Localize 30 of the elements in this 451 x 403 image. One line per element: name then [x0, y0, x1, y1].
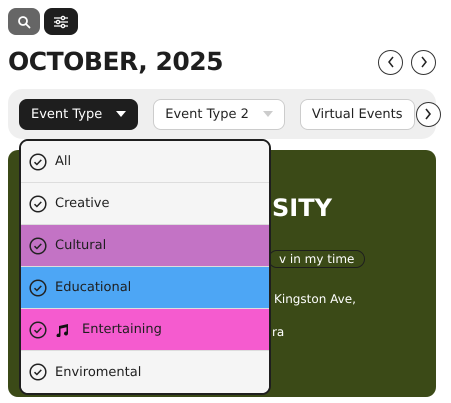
check-circle-icon [29, 194, 47, 212]
scroll-right-button[interactable] [416, 102, 441, 126]
sliders-icon [53, 14, 69, 28]
filter-dropdown[interactable]: Event Type [19, 98, 138, 130]
filter-dropdown[interactable]: Virtual Events [300, 98, 415, 130]
check-circle-icon [29, 152, 47, 170]
next-button[interactable] [411, 50, 436, 74]
menu-item[interactable]: All [21, 141, 269, 183]
previous-button[interactable] [378, 50, 403, 74]
check-circle-icon [29, 236, 47, 254]
event-address: Kingston Ave, [274, 292, 357, 306]
event-venue: ra [272, 325, 286, 339]
menu-item[interactable]: Cultural [21, 225, 269, 267]
chevron-left-icon [386, 56, 394, 68]
search-button[interactable] [8, 8, 40, 35]
caret-icon [262, 111, 273, 117]
chevron-right-icon [420, 56, 428, 68]
menu-item[interactable]: Educational [21, 267, 269, 309]
chevron-right-icon [424, 108, 432, 120]
filter-button[interactable] [44, 8, 78, 35]
search-icon [17, 14, 31, 28]
filter-dropdown[interactable]: Event Type 2 [153, 98, 285, 130]
check-circle-icon [29, 278, 47, 296]
caret-icon [116, 111, 126, 117]
month-title: OCTOBER, 2025 [8, 47, 224, 77]
music-note-icon [55, 322, 69, 336]
check-circle-icon [29, 320, 47, 338]
check-circle-icon [29, 363, 47, 381]
event-title: SITY [272, 194, 334, 222]
menu-item[interactable]: Entertaining [21, 309, 269, 351]
